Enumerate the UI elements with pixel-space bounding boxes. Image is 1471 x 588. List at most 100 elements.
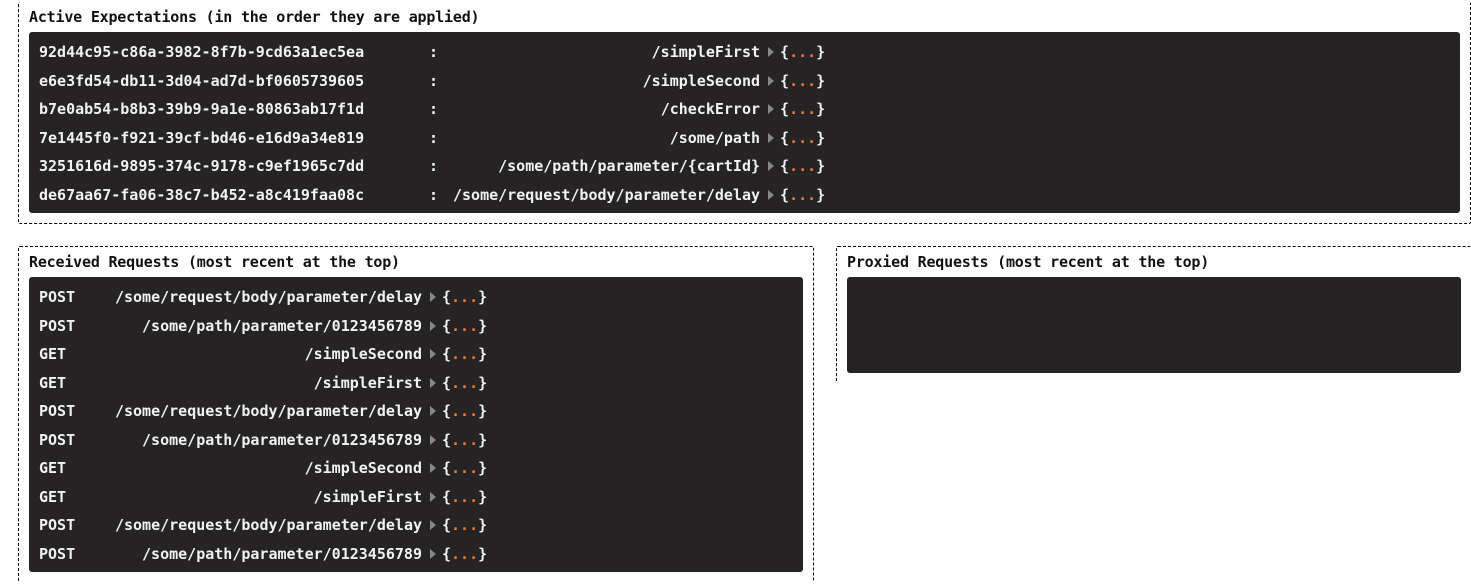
ellipsis[interactable]: ... xyxy=(789,152,816,181)
request-row[interactable]: GET/simpleFirst {...} xyxy=(39,369,793,398)
expectation-path: /simpleSecond xyxy=(438,67,760,96)
colon: : xyxy=(429,152,438,181)
ellipsis[interactable]: ... xyxy=(789,67,816,96)
request-row[interactable]: GET/simpleSecond{...} xyxy=(39,340,793,369)
request-row[interactable]: POST/some/request/body/parameter/delay{.… xyxy=(39,397,793,426)
expand-icon[interactable] xyxy=(430,292,436,302)
request-method: POST xyxy=(39,312,87,341)
expand-icon[interactable] xyxy=(768,76,774,86)
brace-close: } xyxy=(478,283,487,312)
ellipsis[interactable]: ... xyxy=(451,312,478,341)
expand-icon[interactable] xyxy=(430,321,436,331)
expectation-id: de67aa67-fa06-38c7-b452-a8c419faa08c xyxy=(39,181,429,210)
expectation-row[interactable]: b7e0ab54-b8b3-39b9-9a1e-80863ab17f1d:/ch… xyxy=(39,95,1450,124)
request-path: /some/request/body/parameter/delay xyxy=(87,283,422,312)
request-method: POST xyxy=(39,511,87,540)
brace-open: { xyxy=(442,312,451,341)
expectation-id: 92d44c95-c86a-3982-8f7b-9cd63a1ec5ea xyxy=(39,38,429,67)
ellipsis[interactable]: ... xyxy=(789,124,816,153)
ellipsis[interactable]: ... xyxy=(789,38,816,67)
request-method: GET xyxy=(39,340,87,369)
expand-icon[interactable] xyxy=(768,161,774,171)
expand-icon[interactable] xyxy=(430,463,436,473)
request-row[interactable]: POST/some/path/parameter/0123456789{...} xyxy=(39,312,793,341)
request-method: GET xyxy=(39,369,87,398)
expectation-row[interactable]: 92d44c95-c86a-3982-8f7b-9cd63a1ec5ea:/si… xyxy=(39,38,1450,67)
expectation-row[interactable]: de67aa67-fa06-38c7-b452-a8c419faa08c:/so… xyxy=(39,181,1450,210)
brace-open: { xyxy=(442,511,451,540)
brace-close: } xyxy=(478,483,487,512)
ellipsis[interactable]: ... xyxy=(451,511,478,540)
request-row[interactable]: GET/simpleFirst{...} xyxy=(39,483,793,512)
expand-icon[interactable] xyxy=(768,104,774,114)
ellipsis[interactable]: ... xyxy=(451,369,478,398)
request-row[interactable]: GET/simpleSecond{...} xyxy=(39,454,793,483)
request-path: /some/path/parameter/0123456789 xyxy=(87,312,422,341)
request-row[interactable]: POST/some/request/body/parameter/delay{.… xyxy=(39,283,793,312)
expectation-path: /some/path/parameter/{cartId} xyxy=(438,152,760,181)
expectation-path: /simpleFirst xyxy=(438,38,760,67)
expectation-row[interactable]: 3251616d-9895-374c-9178-c9ef1965c7dd:/so… xyxy=(39,152,1450,181)
ellipsis[interactable]: ... xyxy=(451,283,478,312)
ellipsis[interactable]: ... xyxy=(789,95,816,124)
request-row[interactable]: POST/some/path/parameter/0123456789{...} xyxy=(39,426,793,455)
request-path: /simpleSecond xyxy=(87,340,422,369)
request-path: /some/path/parameter/0123456789 xyxy=(87,426,422,455)
active-expectations-panel: Active Expectations (in the order they a… xyxy=(18,2,1471,224)
request-method: GET xyxy=(39,454,87,483)
received-requests-list: POST/some/request/body/parameter/delay {.… xyxy=(29,277,803,572)
expectation-id: e6e3fd54-db11-3d04-ad7d-bf0605739605 xyxy=(39,67,429,96)
expand-icon[interactable] xyxy=(430,378,436,388)
expand-icon[interactable] xyxy=(430,406,436,416)
request-row[interactable]: POST/some/path/parameter/0123456789 {...} xyxy=(39,540,793,569)
brace-open: { xyxy=(442,426,451,455)
expectation-path: /some/path xyxy=(438,124,760,153)
expand-icon[interactable] xyxy=(430,520,436,530)
request-method: POST xyxy=(39,540,87,569)
expectation-row[interactable]: 7e1445f0-f921-39cf-bd46-e16d9a34e819:/so… xyxy=(39,124,1450,153)
ellipsis[interactable]: ... xyxy=(451,483,478,512)
brace-close: } xyxy=(478,511,487,540)
brace-close: } xyxy=(478,397,487,426)
ellipsis[interactable]: ... xyxy=(451,397,478,426)
received-requests-panel: Received Requests (most recent at the to… xyxy=(18,246,814,582)
brace-close: } xyxy=(478,426,487,455)
request-path: /simpleFirst xyxy=(87,369,422,398)
colon: : xyxy=(429,38,438,67)
ellipsis[interactable]: ... xyxy=(789,181,816,210)
brace-open: { xyxy=(780,67,789,96)
brace-open: { xyxy=(442,369,451,398)
ellipsis[interactable]: ... xyxy=(451,426,478,455)
request-path: /simpleSecond xyxy=(87,454,422,483)
brace-close: } xyxy=(478,369,487,398)
brace-close: } xyxy=(816,67,825,96)
request-method: POST xyxy=(39,397,87,426)
expectation-row[interactable]: e6e3fd54-db11-3d04-ad7d-bf0605739605:/si… xyxy=(39,67,1450,96)
brace-close: } xyxy=(478,540,487,569)
ellipsis[interactable]: ... xyxy=(451,540,478,569)
brace-close: } xyxy=(816,152,825,181)
request-path: /some/path/parameter/0123456789 xyxy=(87,540,422,569)
brace-close: } xyxy=(816,124,825,153)
expand-icon[interactable] xyxy=(768,47,774,57)
ellipsis[interactable]: ... xyxy=(451,454,478,483)
expand-icon[interactable] xyxy=(430,492,436,502)
brace-close: } xyxy=(816,38,825,67)
proxied-requests-title: Proxied Requests (most recent at the top… xyxy=(847,253,1461,271)
colon: : xyxy=(429,124,438,153)
active-expectations-title: Active Expectations (in the order they a… xyxy=(29,8,1460,26)
expectation-id: 3251616d-9895-374c-9178-c9ef1965c7dd xyxy=(39,152,429,181)
request-row[interactable]: POST/some/request/body/parameter/delay{.… xyxy=(39,511,793,540)
expand-icon[interactable] xyxy=(430,349,436,359)
request-method: GET xyxy=(39,483,87,512)
expand-icon[interactable] xyxy=(430,549,436,559)
brace-open: { xyxy=(780,152,789,181)
brace-open: { xyxy=(780,95,789,124)
ellipsis[interactable]: ... xyxy=(451,340,478,369)
expand-icon[interactable] xyxy=(430,435,436,445)
brace-open: { xyxy=(442,540,451,569)
expectation-id: b7e0ab54-b8b3-39b9-9a1e-80863ab17f1d xyxy=(39,95,429,124)
brace-close: } xyxy=(816,95,825,124)
expand-icon[interactable] xyxy=(768,133,774,143)
expand-icon[interactable] xyxy=(768,190,774,200)
